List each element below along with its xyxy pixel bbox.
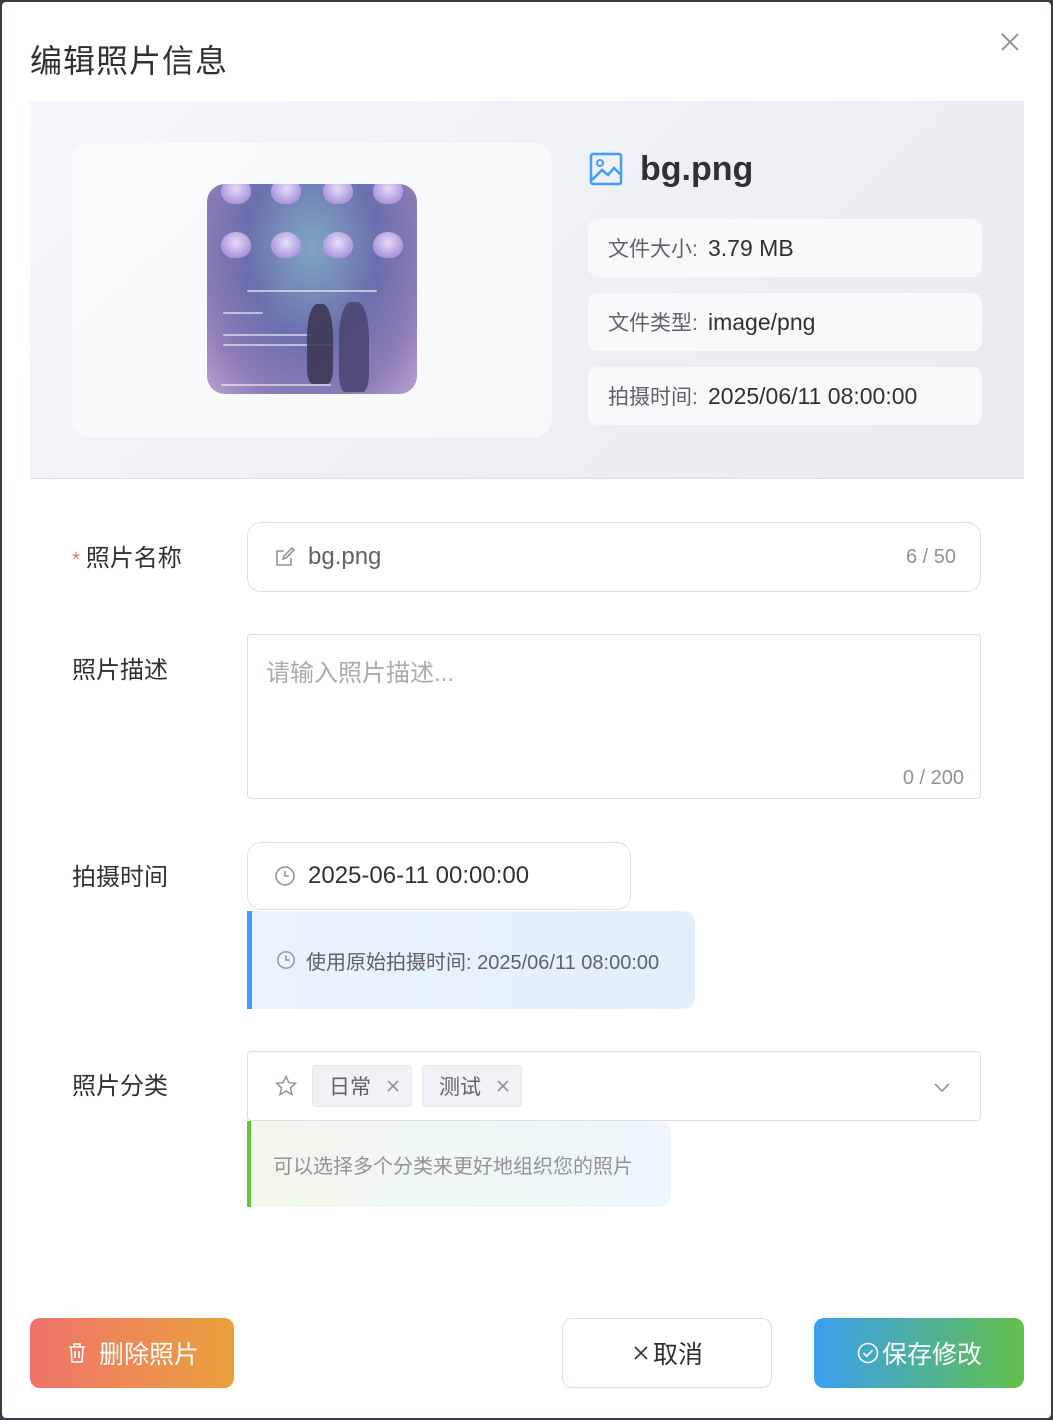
save-button[interactable]: 保存修改 bbox=[814, 1318, 1024, 1388]
original-time-text: 使用原始拍摄时间: 2025/06/11 08:00:00 bbox=[306, 951, 660, 974]
edit-icon bbox=[274, 546, 296, 568]
star-icon bbox=[274, 1074, 298, 1098]
close-icon[interactable] bbox=[998, 30, 1022, 54]
description-label: 照片描述 bbox=[72, 657, 168, 684]
file-name: bg.png bbox=[640, 149, 754, 188]
shot-time-value: 2025-06-11 00:00:00 bbox=[308, 862, 530, 889]
meta-value: 3.79 MB bbox=[708, 234, 794, 261]
shot-time-picker[interactable]: 2025-06-11 00:00:00 bbox=[247, 842, 631, 910]
file-name-row: bg.png bbox=[588, 149, 753, 189]
description-placeholder: 请输入照片描述... bbox=[266, 660, 455, 687]
description-textarea[interactable]: 请输入照片描述... 0 / 200 bbox=[247, 634, 981, 799]
dialog-title: 编辑照片信息 bbox=[30, 43, 229, 79]
delete-photo-button[interactable]: 删除照片 bbox=[30, 1318, 234, 1388]
meta-value: image/png bbox=[708, 308, 816, 335]
category-select[interactable]: 日常 测试 bbox=[247, 1051, 981, 1121]
delete-button-label: 删除照片 bbox=[98, 1341, 199, 1369]
category-tag-label: 日常 bbox=[329, 1076, 371, 1099]
check-circle-icon bbox=[856, 1341, 880, 1365]
cancel-button-label: 取消 bbox=[652, 1341, 703, 1369]
trash-icon bbox=[65, 1341, 89, 1365]
category-hint-text: 可以选择多个分类来更好地组织您的照片 bbox=[273, 1155, 633, 1178]
shot-time-label: 拍摄时间 bbox=[72, 864, 168, 891]
meta-label: 拍摄时间: bbox=[608, 386, 698, 409]
meta-label: 文件大小: bbox=[608, 238, 698, 261]
original-time-hint[interactable]: 使用原始拍摄时间: 2025/06/11 08:00:00 bbox=[247, 911, 695, 1009]
cancel-button[interactable]: 取消 bbox=[562, 1318, 772, 1388]
photo-thumbnail[interactable] bbox=[207, 184, 417, 394]
file-info-panel: bg.png 文件大小: 3.79 MB 文件类型: image/png 拍摄时… bbox=[30, 101, 1024, 479]
image-file-icon bbox=[588, 151, 624, 187]
category-tag: 测试 bbox=[422, 1065, 522, 1107]
meta-row-type: 文件类型: image/png bbox=[588, 293, 982, 351]
save-button-label: 保存修改 bbox=[881, 1341, 982, 1369]
description-char-counter: 0 / 200 bbox=[902, 767, 964, 789]
category-label: 照片分类 bbox=[72, 1073, 168, 1100]
clock-icon bbox=[274, 865, 296, 887]
category-tag: 日常 bbox=[312, 1065, 412, 1107]
name-char-counter: 6 / 50 bbox=[905, 545, 956, 568]
photo-name-input[interactable]: bg.png 6 / 50 bbox=[247, 522, 981, 592]
close-icon bbox=[631, 1343, 651, 1363]
meta-value: 2025/06/11 08:00:00 bbox=[708, 382, 918, 409]
name-label: * 照片名称 bbox=[72, 545, 182, 572]
preview-card bbox=[72, 143, 552, 437]
category-tag-label: 测试 bbox=[439, 1076, 481, 1099]
meta-label: 文件类型: bbox=[608, 312, 698, 335]
tag-close-icon[interactable] bbox=[495, 1078, 511, 1094]
edit-photo-dialog: 编辑照片信息 bg.png 文件大小: 3.79 MB 文件类型: image/… bbox=[2, 2, 1051, 1418]
category-hint: 可以选择多个分类来更好地组织您的照片 bbox=[247, 1121, 671, 1207]
meta-row-shot-time: 拍摄时间: 2025/06/11 08:00:00 bbox=[588, 367, 982, 425]
clock-icon bbox=[276, 950, 296, 970]
photo-name-value: bg.png bbox=[308, 543, 382, 570]
required-mark: * bbox=[72, 549, 80, 571]
meta-row-size: 文件大小: 3.79 MB bbox=[588, 219, 982, 277]
tag-close-icon[interactable] bbox=[385, 1078, 401, 1094]
chevron-down-icon[interactable] bbox=[932, 1077, 952, 1097]
